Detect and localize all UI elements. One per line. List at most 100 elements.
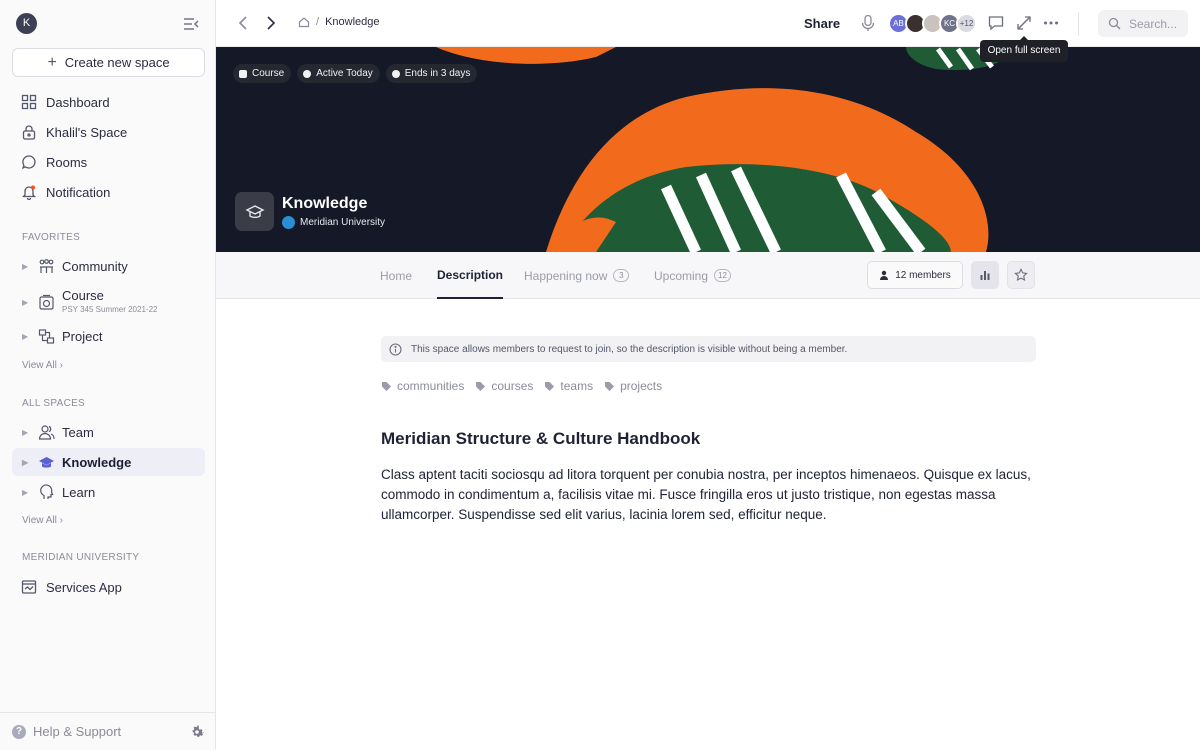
- sidebar-item-my-space[interactable]: Khalil's Space: [12, 118, 205, 146]
- space-org[interactable]: Meridian University: [282, 215, 386, 229]
- members-label: 12 members: [895, 269, 951, 281]
- document-body: Class aptent taciti sociosqu ad litora t…: [381, 467, 1031, 522]
- home-icon[interactable]: [298, 16, 310, 28]
- back-arrow-icon[interactable]: [234, 14, 252, 32]
- expand-caret-icon[interactable]: ▶: [22, 428, 30, 437]
- lock-icon: [22, 125, 36, 140]
- expand-icon[interactable]: [1015, 14, 1033, 32]
- expand-caret-icon[interactable]: ▶: [22, 262, 30, 271]
- sidebar-item-knowledge[interactable]: ▶ Knowledge: [12, 448, 205, 476]
- course-labels: Course PSY 345 Summer 2021-22: [62, 289, 157, 314]
- info-icon: [389, 342, 402, 356]
- members-button[interactable]: 12 members: [867, 261, 963, 289]
- help-support-link[interactable]: ? Help & Support: [12, 724, 121, 739]
- tag[interactable]: projects: [604, 379, 662, 393]
- tab-upcoming[interactable]: Upcoming 12: [654, 252, 731, 299]
- tag-label: courses: [491, 379, 534, 393]
- tab-happening-now[interactable]: Happening now 3: [524, 252, 630, 299]
- plus-icon: +: [47, 53, 57, 71]
- tag-label: teams: [560, 379, 594, 393]
- more-options-icon[interactable]: [1042, 14, 1060, 32]
- comment-icon[interactable]: [987, 14, 1005, 32]
- tab-description[interactable]: Description: [437, 252, 504, 299]
- tag[interactable]: communities: [381, 379, 464, 393]
- expand-caret-icon[interactable]: ▶: [22, 458, 30, 467]
- university-logo-icon: [282, 215, 295, 229]
- sidebar-item-label: Community: [62, 258, 128, 274]
- member-avatars[interactable]: AB KC +12: [888, 13, 977, 34]
- collapse-sidebar-icon[interactable]: [182, 15, 200, 33]
- notice-text: This space allows members to request to …: [411, 343, 848, 355]
- space-banner: Course Active Today Ends in 3 days Knowl…: [216, 47, 1200, 252]
- visibility-notice: This space allows members to request to …: [381, 336, 1036, 362]
- timer-icon: [391, 69, 400, 78]
- sidebar-item-label: Dashboard: [46, 94, 110, 110]
- analytics-button[interactable]: [971, 261, 999, 289]
- sidebar-item-project[interactable]: ▶ Project: [12, 322, 205, 350]
- star-icon: [1014, 268, 1028, 282]
- space-tabs: Home Description Happening now 3 Upcoming…: [216, 252, 1200, 299]
- graduation-cap-icon: [244, 204, 265, 218]
- share-button[interactable]: Share: [804, 16, 840, 31]
- clock-icon: [303, 69, 312, 78]
- tag-icon: [476, 381, 486, 391]
- avatar-overflow-count[interactable]: +12: [956, 13, 977, 34]
- sidebar-item-dashboard[interactable]: Dashboard: [12, 88, 205, 116]
- tag-icon: [545, 381, 555, 391]
- sidebar-item-course[interactable]: ▶ Course PSY 345 Summer 2021-22: [12, 287, 205, 317]
- view-all-label: View All: [22, 360, 57, 371]
- book-icon: [239, 69, 247, 78]
- favorite-button[interactable]: [1007, 261, 1035, 289]
- create-space-button[interactable]: + Create new space: [12, 48, 205, 77]
- sidebar-item-team[interactable]: ▶ Team: [12, 418, 205, 446]
- gear-icon[interactable]: [189, 724, 205, 740]
- tab-count-badge: 12: [714, 269, 731, 282]
- sidebar-item-services-app[interactable]: Services App: [12, 573, 205, 601]
- tab-home[interactable]: Home: [380, 252, 412, 299]
- tag[interactable]: courses: [475, 379, 533, 393]
- expand-caret-icon[interactable]: ▶: [22, 488, 30, 497]
- sidebar-item-notification[interactable]: Notification: [12, 178, 205, 206]
- team-icon: [38, 424, 55, 440]
- favorites-view-all-link[interactable]: View All ›: [22, 360, 63, 371]
- bell-icon: [21, 185, 37, 200]
- breadcrumb-separator: /: [316, 16, 320, 28]
- expand-caret-icon[interactable]: ▶: [22, 332, 30, 341]
- sidebar-footer: ? Help & Support: [0, 712, 215, 750]
- fullscreen-tooltip: Open full screen: [980, 36, 1068, 62]
- chat-icon: [21, 155, 36, 170]
- sidebar-item-learn[interactable]: ▶ Learn: [12, 478, 205, 506]
- search-input[interactable]: Search...: [1098, 10, 1188, 37]
- bar-chart-icon: [980, 271, 990, 280]
- space-org-label: Meridian University: [300, 216, 386, 228]
- microphone-icon[interactable]: [860, 14, 876, 32]
- sidebar-item-label: Services App: [46, 579, 122, 595]
- sidebar-item-community[interactable]: ▶ Community: [12, 252, 205, 280]
- chip-active: Active Today: [297, 64, 380, 83]
- graduation-cap-icon: [39, 456, 54, 468]
- chip-course: Course: [233, 64, 292, 83]
- app-icon: [21, 580, 37, 594]
- create-space-label: Create new space: [64, 55, 170, 70]
- sidebar-item-rooms[interactable]: Rooms: [12, 148, 205, 176]
- tab-label: Home: [380, 268, 413, 283]
- sidebar-item-label: Knowledge: [62, 454, 132, 470]
- space-badge: [235, 192, 274, 231]
- sidebar-header: K: [16, 13, 200, 35]
- workspace-avatar[interactable]: K: [16, 13, 37, 34]
- spaces-view-all-link[interactable]: View All ›: [22, 515, 63, 526]
- breadcrumb-current[interactable]: Knowledge: [325, 16, 379, 28]
- tag-label: projects: [620, 379, 663, 393]
- document-title: Meridian Structure & Culture Handbook: [381, 429, 701, 448]
- view-all-label: View All: [22, 515, 57, 526]
- expand-caret-icon[interactable]: ▶: [22, 298, 30, 307]
- tab-label: Happening now: [524, 268, 608, 283]
- sidebar-item-label: Notification: [46, 184, 111, 200]
- breadcrumb: / Knowledge: [298, 16, 380, 28]
- tag[interactable]: teams: [544, 379, 593, 393]
- forward-arrow-icon[interactable]: [262, 14, 280, 32]
- search-placeholder: Search...: [1129, 16, 1178, 31]
- sidebar-item-label: Rooms: [46, 154, 88, 170]
- all-spaces-heading: ALL SPACES: [22, 398, 86, 409]
- tab-label: Description: [437, 267, 504, 282]
